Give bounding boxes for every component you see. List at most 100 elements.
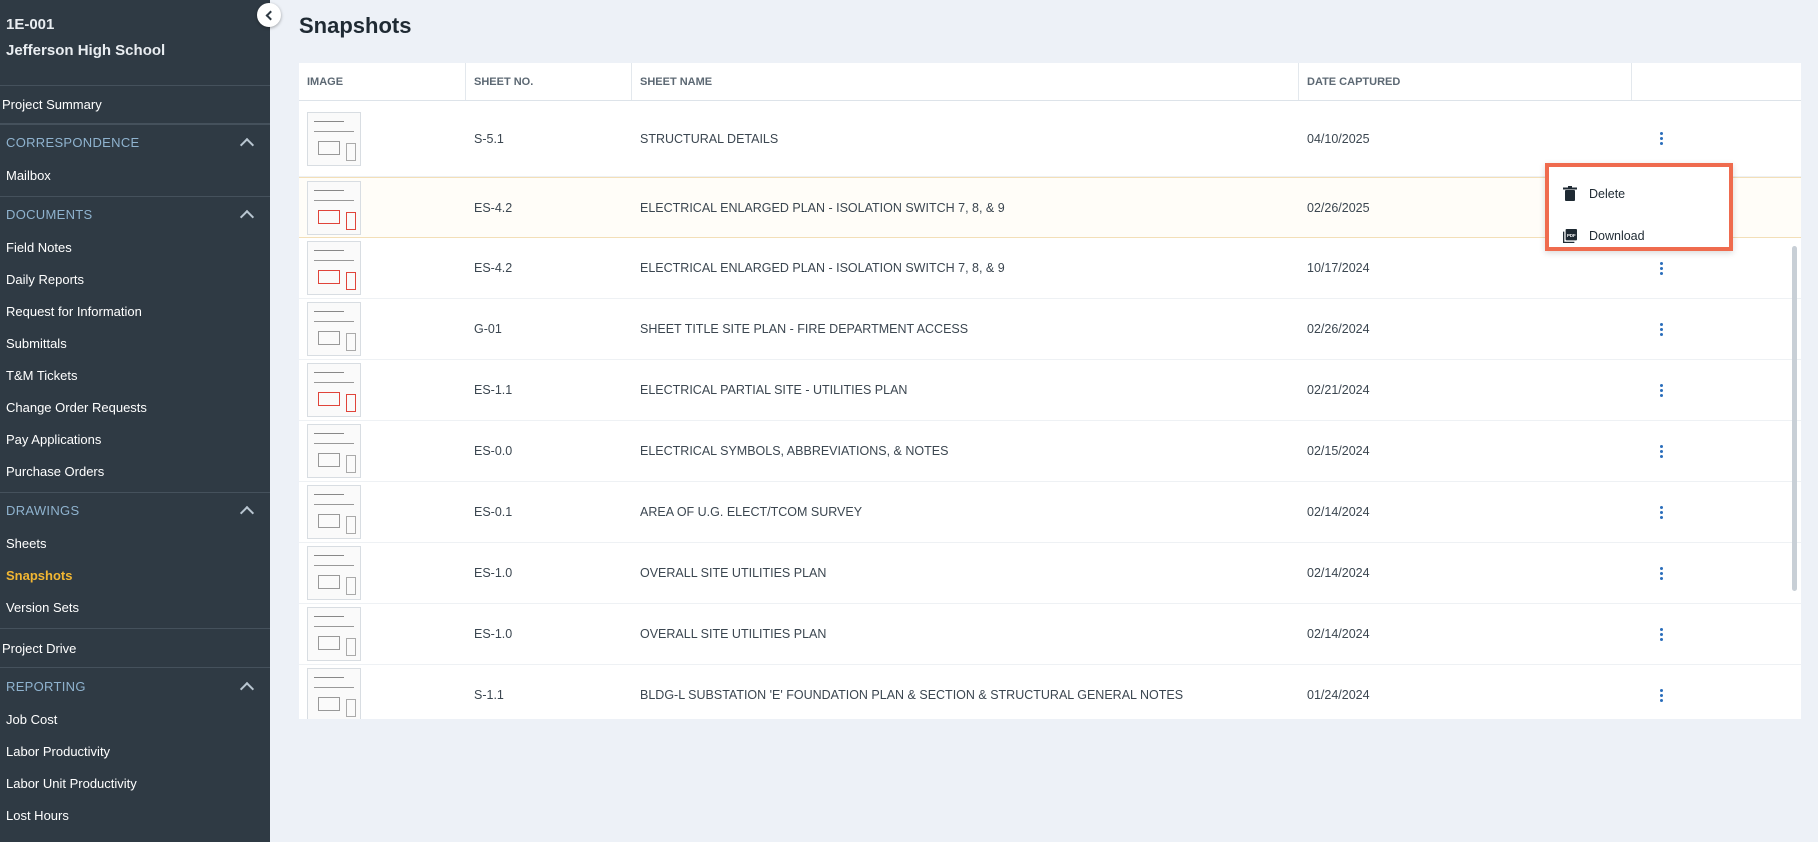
pdf-icon: PDF bbox=[1563, 229, 1577, 243]
nav-purchase-orders[interactable]: Purchase Orders bbox=[0, 456, 270, 488]
nav-snapshots[interactable]: Snapshots bbox=[0, 560, 270, 592]
section-reporting[interactable]: REPORTING bbox=[0, 668, 270, 704]
nav-labor-unit-productivity[interactable]: Labor Unit Productivity bbox=[0, 768, 270, 800]
nav-job-cost[interactable]: Job Cost bbox=[0, 704, 270, 736]
download-label: Download bbox=[1589, 229, 1645, 243]
more-options-icon[interactable] bbox=[1651, 441, 1671, 461]
sheet-name: STRUCTURAL DETAILS bbox=[640, 131, 779, 146]
more-options-icon[interactable] bbox=[1651, 502, 1671, 522]
trash-icon bbox=[1563, 186, 1577, 201]
date-captured: 02/26/2024 bbox=[1307, 322, 1370, 336]
sheet-name: SHEET TITLE SITE PLAN - FIRE DEPARTMENT … bbox=[640, 322, 969, 336]
sheet-thumbnail[interactable] bbox=[307, 241, 361, 295]
sheet-no: ES-0.0 bbox=[474, 444, 513, 458]
column-header-sheet-no[interactable]: SHEET NO. bbox=[466, 63, 632, 100]
table-scrollbar[interactable] bbox=[1792, 246, 1797, 591]
project-header: 1E-001 Jefferson High School bbox=[0, 0, 270, 86]
sheet-no: S-5.1 bbox=[474, 131, 504, 146]
chevron-up-icon[interactable] bbox=[239, 209, 255, 225]
sheet-no: S-1.1 bbox=[474, 688, 504, 702]
sheet-thumbnail[interactable] bbox=[307, 302, 361, 356]
section-documents[interactable]: DOCUMENTS bbox=[0, 196, 270, 232]
nav-change-order-requests[interactable]: Change Order Requests bbox=[0, 392, 270, 424]
more-options-icon[interactable] bbox=[1651, 129, 1671, 149]
column-header-image[interactable]: IMAGE bbox=[299, 63, 466, 100]
sidebar: 1E-001 Jefferson High School Project Sum… bbox=[0, 0, 270, 842]
nav-tm-tickets[interactable]: T&M Tickets bbox=[0, 360, 270, 392]
more-options-icon[interactable] bbox=[1651, 258, 1671, 278]
chevron-up-icon[interactable] bbox=[239, 137, 255, 153]
table-row[interactable]: S-1.1 BLDG-L SUBSTATION 'E' FOUNDATION P… bbox=[299, 665, 1801, 719]
svg-text:PDF: PDF bbox=[1567, 233, 1576, 238]
sheet-name: ELECTRICAL SYMBOLS, ABBREVIATIONS, & NOT… bbox=[640, 444, 949, 458]
chevron-up-icon[interactable] bbox=[239, 681, 255, 696]
nav-field-notes[interactable]: Field Notes bbox=[0, 232, 270, 264]
sheet-no: ES-1.0 bbox=[474, 627, 513, 641]
nav-project-drive[interactable]: Project Drive bbox=[0, 628, 270, 668]
table-row[interactable]: ES-0.1 AREA OF U.G. ELECT/TCOM SURVEY 02… bbox=[299, 482, 1801, 543]
table-row[interactable]: G-01 SHEET TITLE SITE PLAN - FIRE DEPART… bbox=[299, 299, 1801, 360]
chevron-up-icon[interactable] bbox=[239, 505, 255, 521]
more-options-icon[interactable] bbox=[1651, 624, 1671, 644]
download-menu-item[interactable]: PDF Download bbox=[1549, 215, 1729, 257]
date-captured: 04/10/2025 bbox=[1307, 131, 1370, 146]
chevron-left-icon bbox=[265, 10, 276, 20]
section-documents-label: DOCUMENTS bbox=[6, 207, 93, 222]
sidebar-collapse-button[interactable] bbox=[257, 3, 281, 27]
section-correspondence[interactable]: CORRESPONDENCE bbox=[0, 124, 270, 160]
snapshots-table: IMAGE SHEET NO. SHEET NAME DATE CAPTURED… bbox=[299, 63, 1801, 719]
nav-version-sets[interactable]: Version Sets bbox=[0, 592, 270, 624]
nav-sheets[interactable]: Sheets bbox=[0, 528, 270, 560]
date-captured: 02/21/2024 bbox=[1307, 383, 1370, 397]
nav-submittals[interactable]: Submittals bbox=[0, 328, 270, 360]
date-captured: 02/14/2024 bbox=[1307, 566, 1370, 580]
more-options-icon[interactable] bbox=[1651, 563, 1671, 583]
page-title: Snapshots bbox=[299, 13, 412, 38]
sheet-thumbnail[interactable] bbox=[307, 668, 361, 719]
table-row[interactable]: ES-0.0 ELECTRICAL SYMBOLS, ABBREVIATIONS… bbox=[299, 421, 1801, 482]
sheet-thumbnail[interactable] bbox=[307, 485, 361, 539]
delete-menu-item[interactable]: Delete bbox=[1549, 173, 1729, 215]
section-drawings-label: DRAWINGS bbox=[6, 503, 80, 518]
nav-mailbox[interactable]: Mailbox bbox=[0, 160, 270, 192]
sheet-no: ES-1.0 bbox=[474, 566, 513, 580]
nav-pay-applications[interactable]: Pay Applications bbox=[0, 424, 270, 456]
sheet-name: OVERALL SITE UTILITIES PLAN bbox=[640, 627, 827, 641]
more-options-icon[interactable] bbox=[1651, 319, 1671, 339]
nav-request-for-information[interactable]: Request for Information bbox=[0, 296, 270, 328]
column-header-sheet-name[interactable]: SHEET NAME bbox=[632, 63, 1299, 100]
sheet-name: ELECTRICAL PARTIAL SITE - UTILITIES PLAN bbox=[640, 383, 908, 397]
sheet-name: ELECTRICAL ENLARGED PLAN - ISOLATION SWI… bbox=[640, 200, 1005, 215]
more-options-icon[interactable] bbox=[1651, 685, 1671, 705]
column-header-actions bbox=[1632, 63, 1801, 100]
section-drawings[interactable]: DRAWINGS bbox=[0, 492, 270, 528]
delete-label: Delete bbox=[1589, 187, 1626, 201]
column-header-date-captured[interactable]: DATE CAPTURED bbox=[1299, 63, 1632, 100]
nav-daily-reports[interactable]: Daily Reports bbox=[0, 264, 270, 296]
date-captured: 02/15/2024 bbox=[1307, 444, 1370, 458]
date-captured: 02/14/2024 bbox=[1307, 505, 1370, 519]
sheet-no: ES-0.1 bbox=[474, 505, 513, 519]
table-row[interactable]: ES-1.0 OVERALL SITE UTILITIES PLAN 02/14… bbox=[299, 543, 1801, 604]
sheet-no: ES-1.1 bbox=[474, 383, 513, 397]
sheet-name: OVERALL SITE UTILITIES PLAN bbox=[640, 566, 827, 580]
sheet-thumbnail[interactable] bbox=[307, 424, 361, 478]
date-captured: 02/14/2024 bbox=[1307, 627, 1370, 641]
row-actions-menu: Delete PDF Download bbox=[1545, 163, 1733, 251]
sheet-name: ELECTRICAL ENLARGED PLAN - ISOLATION SWI… bbox=[640, 261, 1005, 275]
sheet-thumbnail[interactable] bbox=[307, 363, 361, 417]
sheet-thumbnail[interactable] bbox=[307, 111, 361, 166]
section-correspondence-label: CORRESPONDENCE bbox=[6, 135, 140, 150]
sheet-thumbnail[interactable] bbox=[307, 607, 361, 661]
table-row[interactable]: ES-1.0 OVERALL SITE UTILITIES PLAN 02/14… bbox=[299, 604, 1801, 665]
sheet-no: ES-4.2 bbox=[474, 261, 513, 275]
sheet-thumbnail[interactable] bbox=[307, 546, 361, 600]
nav-lost-hours[interactable]: Lost Hours bbox=[0, 800, 270, 832]
nav-labor-productivity[interactable]: Labor Productivity bbox=[0, 736, 270, 768]
table-row[interactable]: ES-1.1 ELECTRICAL PARTIAL SITE - UTILITI… bbox=[299, 360, 1801, 421]
more-options-icon[interactable] bbox=[1651, 380, 1671, 400]
sheet-thumbnail[interactable] bbox=[307, 180, 361, 235]
nav-project-summary[interactable]: Project Summary bbox=[0, 86, 270, 124]
sheet-name: AREA OF U.G. ELECT/TCOM SURVEY bbox=[640, 505, 863, 519]
project-name: Jefferson High School bbox=[6, 42, 166, 59]
